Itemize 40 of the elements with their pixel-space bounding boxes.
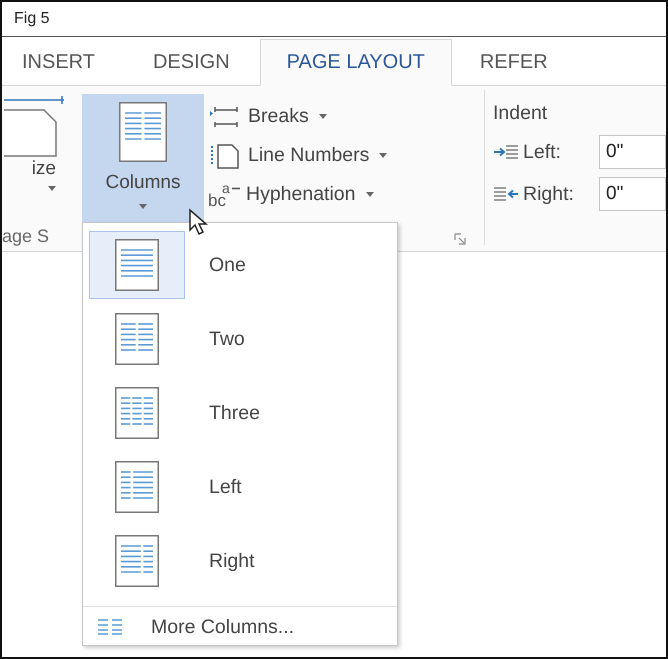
right-columns-icon [115,535,159,587]
ribbon-tab[interactable]: REFER [480,40,576,85]
menu-item[interactable]: Right [89,524,397,598]
caret-icon [379,153,388,158]
menu-item-label: Two [209,328,245,350]
caret-icon [318,114,327,119]
menu-item[interactable]: Left [89,450,397,524]
caret-icon [139,204,147,209]
menu-item[interactable]: Two [89,302,397,376]
indent-label: Right: [523,182,575,206]
menu-item[interactable]: One [89,228,397,302]
menu-item-label: Three [209,402,260,424]
ribbon-tab[interactable]: PAGE LAYOUT [260,39,452,86]
menu-item-label: Left [209,476,242,498]
ribbon-command-button[interactable]: Line Numbers [208,139,478,172]
group-title: Indent [493,100,548,126]
indent-label: Left: [523,140,562,164]
two-columns-icon [115,313,159,365]
three-columns-icon [115,387,159,439]
indent-input-field[interactable]: 0" [599,177,666,211]
one-columns-icon [115,239,159,291]
columns-button[interactable]: Columns [82,94,204,222]
menu-item[interactable]: More Columns... [89,607,397,647]
ribbon-tab[interactable]: INSERT [22,40,123,85]
size-button[interactable]: ize [32,158,56,191]
menu-item-label: One [209,254,246,276]
dialog-launcher-icon[interactable] [454,233,466,245]
columns-icon [97,618,123,636]
menu-item-label: Right [209,550,255,572]
menu-item[interactable]: Three [89,376,397,450]
caret-icon [48,186,56,191]
ribbon-command-button[interactable]: Breaks [208,100,478,133]
group-label: age S [2,226,50,247]
columns-icon [119,102,167,162]
indent-input-field[interactable]: 0" [599,135,666,169]
left-columns-icon [115,461,159,513]
caret-icon [366,192,374,197]
indent-left-icon [493,144,519,160]
indent-right-icon [493,186,519,202]
ribbon-tab[interactable]: DESIGN [152,40,258,85]
